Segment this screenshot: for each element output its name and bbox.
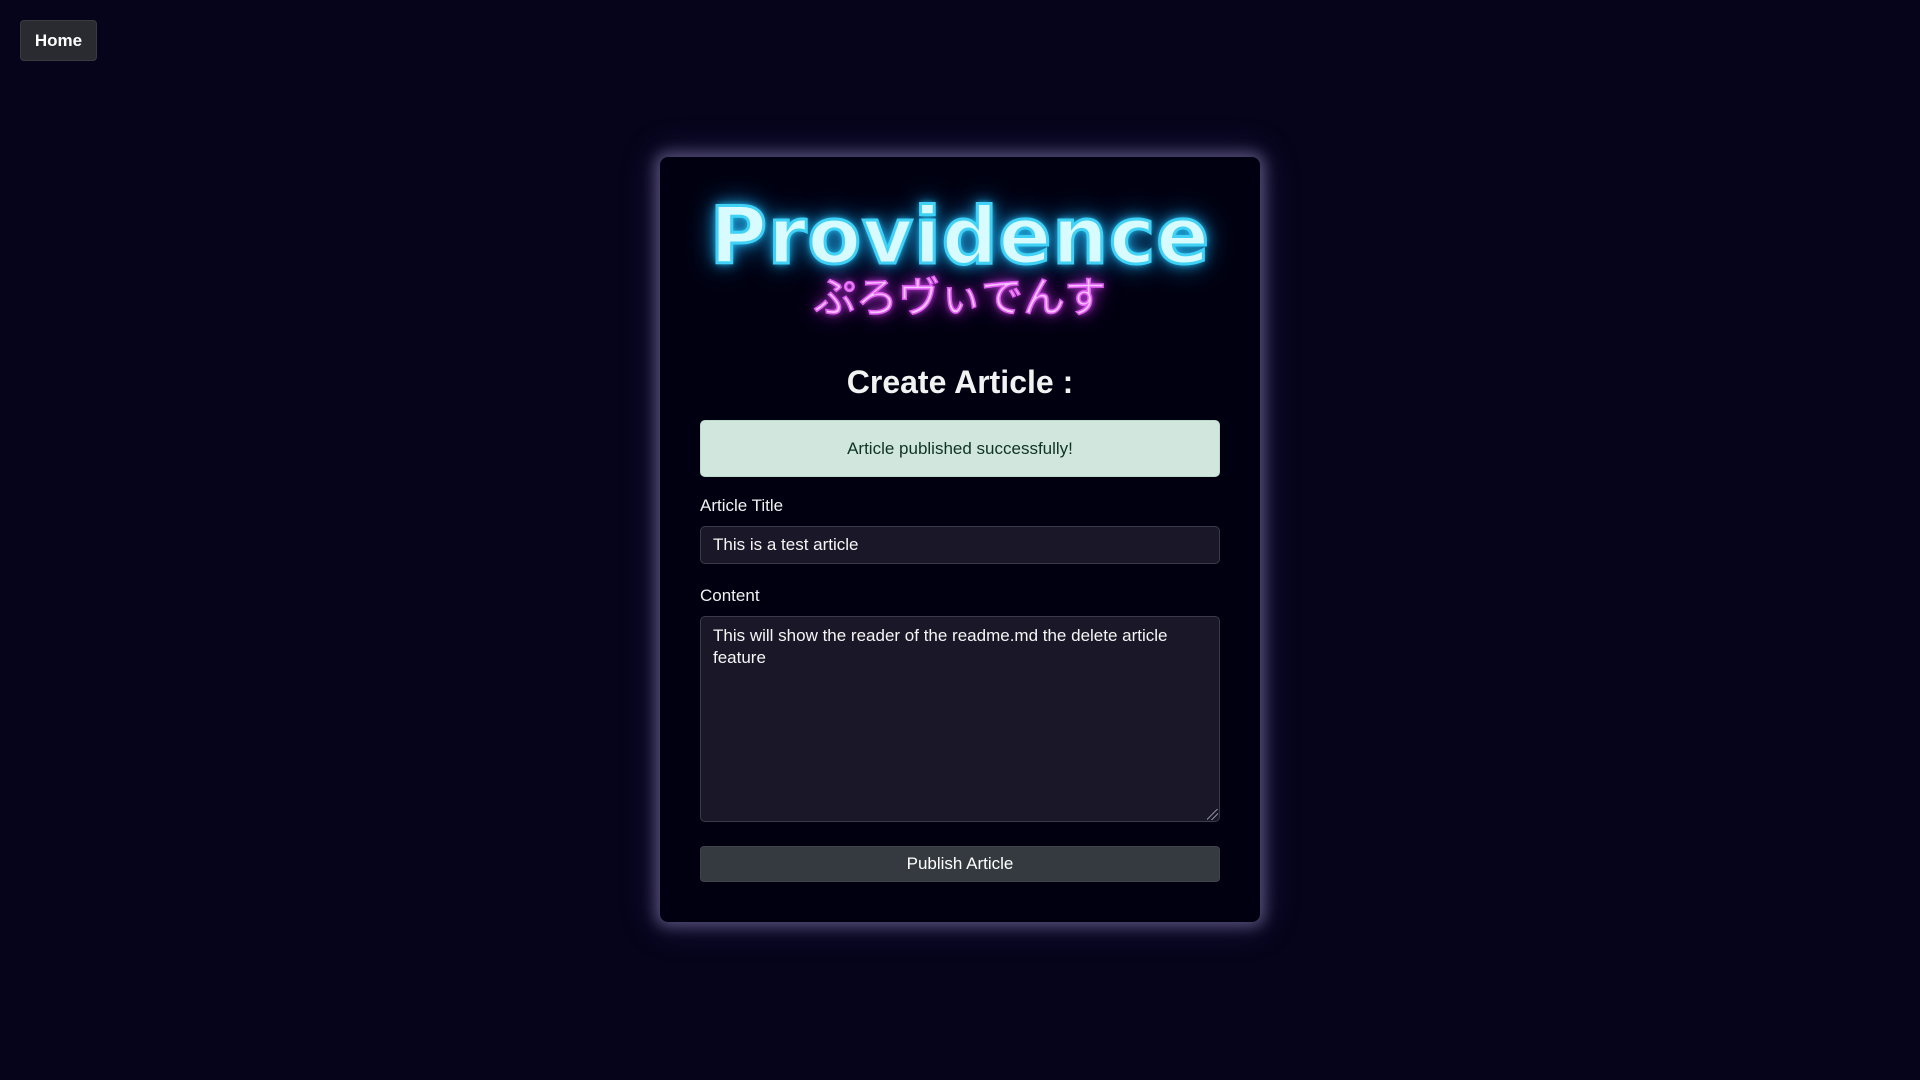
logo-subtitle-jp: ぷろヴぃでんす [813,272,1107,323]
logo-title: Providence [708,191,1211,284]
home-button[interactable]: Home [20,20,97,61]
success-alert: Article published successfully! [700,420,1220,477]
textarea-resize-handle[interactable] [1207,809,1218,820]
page-title: Create Article : [846,364,1074,400]
publish-article-button[interactable]: Publish Article [700,846,1220,882]
success-message: Article published successfully! [847,438,1073,458]
article-title-input[interactable] [700,526,1220,564]
create-article-card: Providence ぷろヴぃでんす Create Article : Arti… [660,157,1260,922]
content-label: Content [700,586,760,605]
providence-logo: Providence ぷろヴぃでんす [700,191,1220,323]
content-textarea[interactable]: This will show the reader of the readme.… [700,616,1220,822]
article-title-label: Article Title [700,496,784,515]
